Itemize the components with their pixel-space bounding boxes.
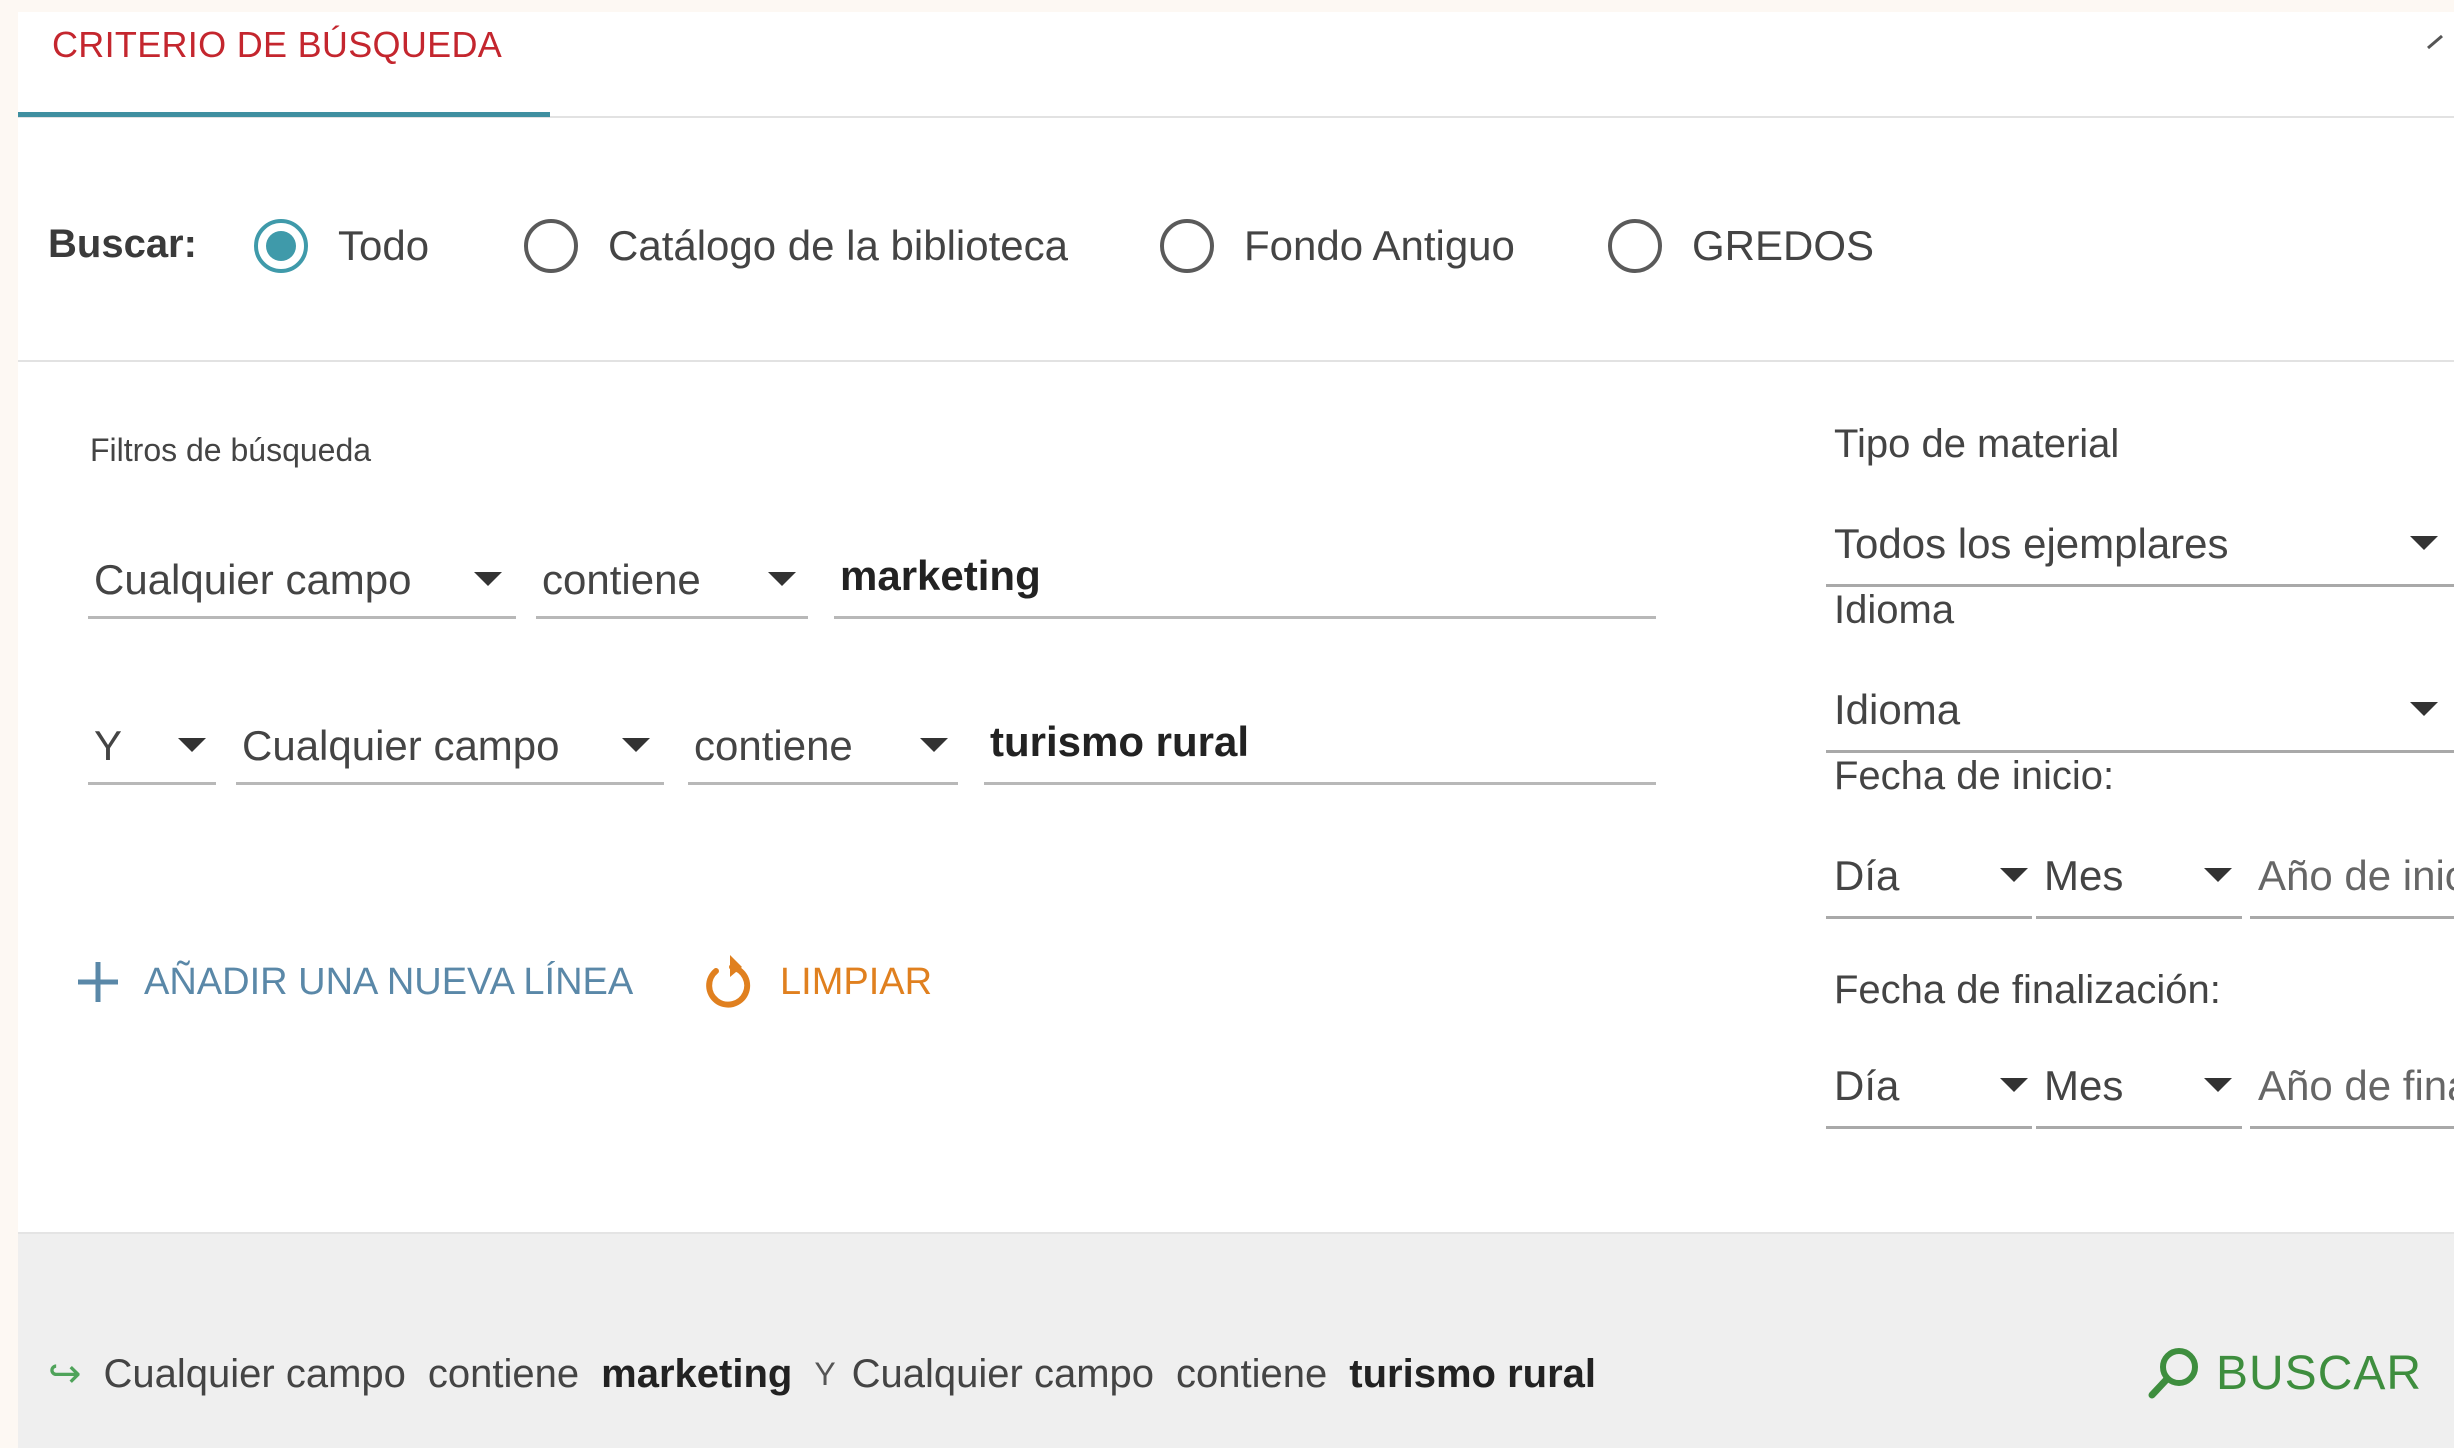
- query-summary: ↪ Cualquier campo contiene marketing Y C…: [48, 1344, 1618, 1404]
- caret-down-icon: [2000, 1078, 2028, 1092]
- start-year-input[interactable]: [2250, 834, 2454, 919]
- caret-down-icon: [474, 572, 502, 586]
- select-value: Idioma: [1834, 686, 1961, 733]
- select-value: contiene: [694, 722, 853, 769]
- language-label: Idioma: [1834, 588, 1955, 632]
- search-panel: CRITERIO DE BÚSQUEDA Buscar: Todo Catálo…: [18, 12, 2454, 1448]
- query-summary-bar: ↪ Cualquier campo contiene marketing Y C…: [18, 1232, 2454, 1448]
- select-value: Y: [94, 722, 123, 769]
- scope-option-fondo-antiguo[interactable]: Fondo Antiguo: [1160, 214, 1515, 278]
- select-value: Cualquier campo: [242, 722, 560, 769]
- end-year-field[interactable]: [2258, 1058, 2454, 1114]
- reset-icon: [706, 955, 751, 1008]
- select-value: Cualquier campo: [94, 556, 412, 603]
- scope-label: Buscar:: [48, 222, 197, 266]
- line1-field-select[interactable]: Cualquier campo: [88, 536, 516, 619]
- scope-option-catalogo[interactable]: Catálogo de la biblioteca: [524, 214, 1068, 278]
- end-day-select[interactable]: Día: [1826, 1044, 2032, 1129]
- summary-boolean: Y: [814, 1355, 836, 1392]
- caret-down-icon: [2410, 702, 2438, 716]
- summary-operator: contiene: [427, 1351, 580, 1396]
- plus-icon: [78, 962, 118, 1002]
- radio-unchecked-icon[interactable]: [524, 219, 578, 273]
- search-icon: [2148, 1348, 2198, 1399]
- line1-value-input[interactable]: [834, 536, 1656, 619]
- start-year-field[interactable]: [2258, 848, 2454, 904]
- radio-unchecked-icon[interactable]: [1608, 219, 1662, 273]
- radio-unchecked-icon[interactable]: [1160, 219, 1214, 273]
- tab-bar: CRITERIO DE BÚSQUEDA: [18, 12, 2454, 118]
- select-value: Mes: [2044, 1062, 2124, 1109]
- radio-checked-icon[interactable]: [254, 219, 308, 273]
- caret-down-icon: [2204, 1078, 2232, 1092]
- scope-option-label: Catálogo de la biblioteca: [608, 222, 1068, 269]
- tab-search-criteria[interactable]: CRITERIO DE BÚSQUEDA: [52, 24, 502, 66]
- summary-operator: contiene: [1176, 1351, 1328, 1396]
- scope-option-todo[interactable]: Todo: [254, 214, 429, 278]
- line2-value-input[interactable]: [984, 702, 1656, 785]
- summary-field: Cualquier campo: [851, 1351, 1155, 1396]
- caret-down-icon: [2204, 868, 2232, 882]
- material-type-label: Tipo de material: [1834, 422, 2120, 466]
- end-month-select[interactable]: Mes: [2036, 1044, 2242, 1129]
- summary-field: Cualquier campo: [103, 1351, 406, 1396]
- line2-boolean-select[interactable]: Y: [88, 702, 216, 785]
- select-value: Mes: [2044, 852, 2124, 899]
- caret-down-icon: [768, 572, 796, 586]
- line1-operator-select[interactable]: contiene: [536, 536, 808, 619]
- caret-down-icon: [622, 738, 650, 752]
- select-value: Día: [1834, 1062, 1900, 1109]
- select-value: contiene: [542, 556, 701, 603]
- scope-option-label: Todo: [338, 222, 430, 269]
- filters-title: Filtros de búsqueda: [90, 432, 372, 468]
- line2-value-field[interactable]: [990, 714, 1650, 770]
- start-day-select[interactable]: Día: [1826, 834, 2032, 919]
- start-date-label: Fecha de inicio:: [1834, 754, 2115, 798]
- summary-value: marketing: [601, 1351, 793, 1396]
- summary-value: turismo rural: [1349, 1351, 1596, 1396]
- line1-value-field[interactable]: [840, 548, 1650, 604]
- start-month-select[interactable]: Mes: [2036, 834, 2242, 919]
- search-button[interactable]: BUSCAR: [2146, 1338, 2422, 1408]
- search-label: BUSCAR: [2216, 1346, 2423, 1400]
- scope-option-label: GREDOS: [1692, 222, 1875, 269]
- caret-down-icon: [178, 738, 206, 752]
- scope-selector: Buscar: Todo Catálogo de la biblioteca F…: [18, 116, 2454, 362]
- language-select[interactable]: Idioma: [1826, 668, 2454, 753]
- caret-down-icon: [920, 738, 948, 752]
- clear-label: LIMPIAR: [780, 960, 933, 1003]
- clear-button[interactable]: LIMPIAR: [702, 952, 932, 1012]
- return-arrow-icon: ↪: [48, 1352, 82, 1396]
- select-value: Día: [1834, 852, 1900, 899]
- scope-option-gredos[interactable]: GREDOS: [1608, 214, 1874, 278]
- end-year-input[interactable]: [2250, 1044, 2454, 1129]
- select-value: Todos los ejemplares: [1834, 520, 2229, 567]
- line2-field-select[interactable]: Cualquier campo: [236, 702, 664, 785]
- line2-operator-select[interactable]: contiene: [688, 702, 958, 785]
- end-date-label: Fecha de finalización:: [1834, 968, 2221, 1012]
- chevron-up-icon[interactable]: [2424, 26, 2454, 56]
- caret-down-icon: [2000, 868, 2028, 882]
- material-type-select[interactable]: Todos los ejemplares: [1826, 502, 2454, 587]
- scope-option-label: Fondo Antiguo: [1244, 222, 1515, 269]
- add-line-button[interactable]: AÑADIR UNA NUEVA LÍNEA: [76, 952, 633, 1012]
- add-line-label: AÑADIR UNA NUEVA LÍNEA: [144, 960, 634, 1003]
- caret-down-icon: [2410, 536, 2438, 550]
